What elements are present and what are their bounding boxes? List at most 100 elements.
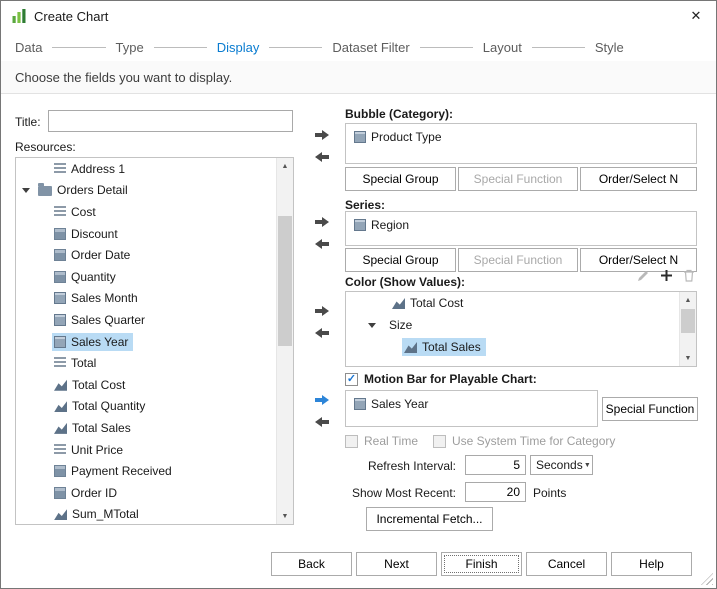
tree-item-label: Payment Received <box>71 464 172 478</box>
scrollbar-thumb[interactable] <box>278 216 292 346</box>
field-icon <box>54 271 66 283</box>
add-plus-icon[interactable] <box>660 269 673 282</box>
resources-tree: Address 1 Orders Detail Cost <box>15 157 294 525</box>
titlebar: Create Chart ✕ <box>1 1 716 31</box>
tree-item-label: Total Sales <box>422 340 481 354</box>
series-move-right-button[interactable] <box>308 212 336 231</box>
tree-item[interactable]: Address 1 <box>16 158 276 180</box>
series-special-group-button[interactable]: Special Group <box>345 248 456 272</box>
bubble-move-right-button[interactable] <box>308 125 336 144</box>
color-move-right-button[interactable] <box>308 301 336 320</box>
scroll-up-icon[interactable]: ▲ <box>277 158 293 174</box>
field-icon <box>54 292 66 304</box>
tree-item[interactable]: Payment Received <box>16 460 276 482</box>
finish-button[interactable]: Finish <box>441 552 522 576</box>
field-icon <box>54 357 66 369</box>
tree-item[interactable]: Total Cost <box>16 374 276 396</box>
tree-item[interactable]: Total Cost <box>346 292 679 314</box>
step-divider <box>154 47 207 48</box>
points-label: Points <box>533 486 566 500</box>
tree-item[interactable]: Sum_MTotal <box>16 504 276 526</box>
list-item[interactable]: Sales Year <box>346 391 597 416</box>
motion-bar-checkbox[interactable]: ✓ <box>345 373 358 386</box>
list-item[interactable]: Region <box>346 212 696 237</box>
tree-item-label: Size <box>389 318 412 332</box>
tree-item[interactable]: Cost <box>16 201 276 223</box>
next-button[interactable]: Next <box>356 552 437 576</box>
bubble-order-select-button[interactable]: Order/Select N <box>580 167 697 191</box>
tree-item[interactable]: Sales Quarter <box>16 309 276 331</box>
field-icon <box>54 400 67 412</box>
resources-scrollbar[interactable]: ▲ ▼ <box>276 158 293 524</box>
tab-data[interactable]: Data <box>15 40 42 55</box>
refresh-interval-input[interactable] <box>465 455 526 475</box>
expander-icon[interactable] <box>368 323 382 328</box>
field-icon <box>404 341 417 353</box>
bubble-special-group-button[interactable]: Special Group <box>345 167 456 191</box>
chart-title-input[interactable] <box>48 110 293 132</box>
color-show-values-label: Color (Show Values): <box>345 275 465 289</box>
series-move-left-button[interactable] <box>308 234 336 253</box>
field-icon <box>54 228 66 240</box>
tree-item[interactable]: Total Sales <box>346 336 679 358</box>
scrollbar-thumb[interactable] <box>681 309 695 333</box>
motion-move-right-button[interactable] <box>308 390 336 409</box>
tree-item[interactable]: Size <box>346 314 679 336</box>
tab-type[interactable]: Type <box>116 40 144 55</box>
step-divider <box>269 47 322 48</box>
scroll-up-icon[interactable]: ▲ <box>680 292 696 308</box>
tree-item-label: Total Cost <box>72 378 125 392</box>
cancel-button[interactable]: Cancel <box>526 552 607 576</box>
resize-grip[interactable] <box>701 573 713 585</box>
color-move-left-button[interactable] <box>308 323 336 342</box>
tree-item[interactable]: Orders Detail <box>16 180 276 202</box>
tree-item[interactable]: Order Date <box>16 244 276 266</box>
list-item-label: Region <box>371 218 409 232</box>
series-label: Series: <box>345 198 385 212</box>
motion-bar-checkbox-row: ✓ Motion Bar for Playable Chart: <box>345 372 537 386</box>
field-icon <box>54 487 66 499</box>
series-field-list: Region <box>345 211 697 246</box>
field-icon <box>54 422 67 434</box>
list-item[interactable]: Product Type <box>346 124 696 149</box>
bubble-move-left-button[interactable] <box>308 147 336 166</box>
tab-display[interactable]: Display <box>217 40 260 55</box>
tree-item[interactable]: Unit Price <box>16 439 276 461</box>
color-scrollbar[interactable]: ▲ ▼ <box>679 292 696 366</box>
expander-icon[interactable] <box>22 188 36 193</box>
help-button[interactable]: Help <box>611 552 692 576</box>
back-button[interactable]: Back <box>271 552 352 576</box>
real-time-checkbox-row: Real Time <box>345 434 418 448</box>
tab-layout[interactable]: Layout <box>483 40 522 55</box>
tree-item[interactable]: Total Sales <box>16 417 276 439</box>
tree-item[interactable]: Discount <box>16 223 276 245</box>
tree-item[interactable]: Order ID <box>16 482 276 504</box>
refresh-unit-select[interactable]: Seconds ▼ <box>530 455 593 475</box>
tree-item[interactable]: Sales Month <box>16 288 276 310</box>
incremental-fetch-button[interactable]: Incremental Fetch... <box>366 507 493 531</box>
chevron-down-icon[interactable]: ▼ <box>583 456 592 474</box>
tree-item[interactable]: Quantity <box>16 266 276 288</box>
field-icon <box>354 131 366 143</box>
tree-item[interactable]: Total <box>16 352 276 374</box>
system-time-checkbox-row: Use System Time for Category <box>433 434 615 448</box>
app-chart-icon <box>11 8 27 24</box>
tree-item-label: Total Cost <box>410 296 463 310</box>
close-icon[interactable]: ✕ <box>682 4 710 28</box>
bubble-buttons: Special Group Special Function Order/Sel… <box>345 167 697 191</box>
tree-item[interactable]: Total Quantity <box>16 396 276 418</box>
tab-dataset-filter[interactable]: Dataset Filter <box>332 40 409 55</box>
tree-item[interactable]: Sales Year <box>16 331 276 353</box>
tab-style[interactable]: Style <box>595 40 624 55</box>
field-icon <box>38 186 52 196</box>
color-movers <box>308 301 336 342</box>
show-most-recent-input[interactable] <box>465 482 526 502</box>
scroll-down-icon[interactable]: ▼ <box>277 508 293 524</box>
motion-special-function-button[interactable]: Special Function <box>602 397 698 421</box>
tree-item-label: Total Sales <box>72 421 131 435</box>
tree-item-label: Sales Month <box>71 291 138 305</box>
motion-move-left-button[interactable] <box>308 412 336 431</box>
tree-item-label: Order ID <box>71 486 117 500</box>
bubble-special-function-button: Special Function <box>458 167 578 191</box>
scroll-down-icon[interactable]: ▼ <box>680 350 696 366</box>
